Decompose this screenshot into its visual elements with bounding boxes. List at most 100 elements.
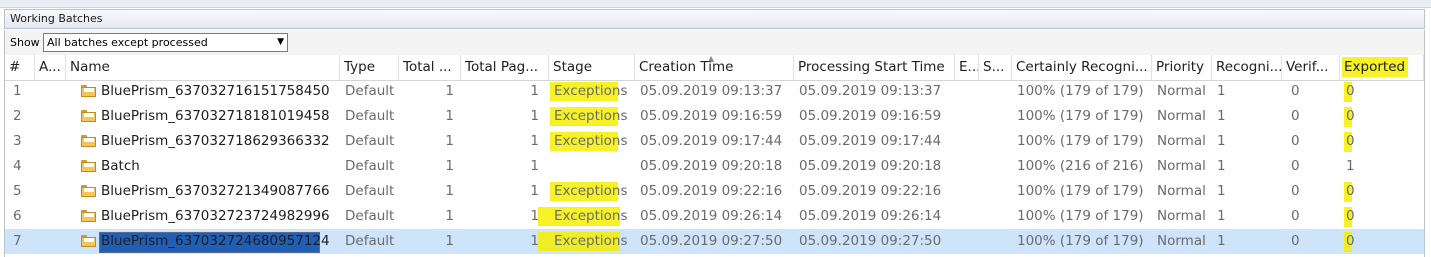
column-header-exported[interactable]: Exported (1340, 55, 1424, 80)
cell-recog: 1 (1217, 158, 1226, 174)
cell-created: 05.09.2019 09:26:14 (640, 208, 783, 224)
cell-stage: Exceptions (554, 183, 628, 199)
filter-bar: Show All batches except processed ▼ (4, 30, 1425, 55)
cell-verif: 0 (1291, 108, 1300, 124)
cell-pages: 1 (530, 158, 539, 174)
batch-filter-value: All batches except processed (47, 36, 208, 49)
cell-started: 05.09.2019 09:27:50 (799, 233, 942, 249)
cell-total: 1 (445, 208, 454, 224)
column-header-recog[interactable]: Recogni... (1212, 55, 1282, 80)
cell-type: Default (345, 83, 395, 99)
cell-created: 05.09.2019 09:22:16 (640, 183, 783, 199)
cell-pages: 1 (530, 108, 539, 124)
table-row[interactable]: 1 BluePrism_637032716151758450 Default 1 1 Ex… (5, 79, 1424, 104)
column-header-s[interactable]: S... (979, 55, 1012, 80)
cell-verif: 0 (1291, 183, 1300, 199)
table-row[interactable]: 2 BluePrism_637032718181019458 Default 1 1 Ex… (5, 104, 1424, 129)
cell-num: 2 (13, 108, 22, 124)
cell-certain: 100% (179 of 179) (1017, 208, 1144, 224)
cell-name[interactable]: BluePrism_637032721349087766 (101, 179, 330, 204)
column-header-priority[interactable]: Priority (1152, 55, 1212, 80)
cell-stage: Exceptions (554, 233, 628, 249)
cell-pages: 1 (530, 208, 539, 224)
cell-created: 05.09.2019 09:20:18 (640, 158, 783, 174)
cell-stage: Exceptions (554, 83, 628, 99)
cell-total: 1 (445, 83, 454, 99)
cell-priority: Normal (1157, 158, 1206, 174)
cell-recog: 1 (1217, 233, 1226, 249)
cell-name[interactable]: BluePrism_637032716151758450 (101, 79, 330, 104)
cell-priority: Normal (1157, 108, 1206, 124)
cell-pages: 1 (530, 233, 539, 249)
cell-verif: 0 (1291, 208, 1300, 224)
filter-label: Show (10, 36, 40, 49)
cell-verif: 0 (1291, 233, 1300, 249)
cell-exported: 0 (1346, 233, 1355, 249)
cell-num: 7 (13, 233, 22, 249)
folder-icon (81, 85, 96, 97)
cell-created: 05.09.2019 09:27:50 (640, 233, 783, 249)
column-header-total[interactable]: Total ... (399, 55, 461, 80)
column-header-pages[interactable]: Total Pag... (461, 55, 549, 80)
cell-total: 1 (445, 158, 454, 174)
cell-num: 1 (13, 83, 22, 99)
batch-filter-dropdown[interactable]: All batches except processed ▼ (43, 33, 288, 52)
cell-verif: 0 (1291, 83, 1300, 99)
cell-certain: 100% (179 of 179) (1017, 233, 1144, 249)
batches-grid: ▲ # A... Name Type Total ... Total Pag... Stag… (4, 54, 1425, 257)
cell-recog: 1 (1217, 83, 1226, 99)
cell-recog: 1 (1217, 208, 1226, 224)
cell-pages: 1 (530, 83, 539, 99)
cell-certain: 100% (179 of 179) (1017, 108, 1144, 124)
grid-header: ▲ # A... Name Type Total ... Total Pag... Stag… (5, 54, 1424, 81)
cell-total: 1 (445, 183, 454, 199)
cell-name[interactable]: Batch (101, 154, 140, 179)
cell-exported: 0 (1346, 208, 1355, 224)
cell-num: 5 (13, 183, 22, 199)
cell-type: Default (345, 108, 395, 124)
table-row[interactable]: 6 BluePrism_637032723724982996 Default 1 1 Ex… (5, 204, 1424, 229)
cell-type: Default (345, 133, 395, 149)
cell-priority: Normal (1157, 233, 1206, 249)
cell-type: Default (345, 233, 395, 249)
cell-created: 05.09.2019 09:17:44 (640, 133, 783, 149)
cell-created: 05.09.2019 09:13:37 (640, 83, 783, 99)
table-row[interactable]: 7 BluePrism_637032724680957124 Default 1 1 Ex… (5, 229, 1424, 254)
cell-num: 3 (13, 133, 22, 149)
cell-exported: 0 (1346, 83, 1355, 99)
table-row[interactable]: 5 BluePrism_637032721349087766 Default 1 1 Ex… (5, 179, 1424, 204)
cell-verif: 0 (1291, 158, 1300, 174)
table-row[interactable]: 4 Batch Default 1 1 05.09.2019 09:20:18 05.09.… (5, 154, 1424, 179)
column-header-name[interactable]: Name (66, 55, 340, 80)
cell-name[interactable]: BluePrism_637032723724982996 (101, 204, 330, 229)
column-header-type[interactable]: Type (340, 55, 399, 80)
column-header-num[interactable]: # (5, 55, 35, 80)
cell-recog: 1 (1217, 108, 1226, 124)
column-header-certain[interactable]: Certainly Recogni... (1012, 55, 1152, 80)
folder-icon (81, 160, 96, 172)
column-header-stage[interactable]: Stage (549, 55, 635, 80)
cell-num: 6 (13, 208, 22, 224)
cell-started: 05.09.2019 09:20:18 (799, 158, 942, 174)
folder-icon (81, 135, 96, 147)
cell-created: 05.09.2019 09:16:59 (640, 108, 783, 124)
column-header-created[interactable]: Creation Time (635, 55, 794, 80)
cell-name[interactable]: BluePrism_637032718629366332 (101, 129, 330, 154)
cell-pages: 1 (530, 133, 539, 149)
cell-name[interactable]: BluePrism_637032718181019458 (101, 104, 330, 129)
cell-certain: 100% (216 of 216) (1017, 158, 1144, 174)
cell-certain: 100% (179 of 179) (1017, 83, 1144, 99)
cell-priority: Normal (1157, 83, 1206, 99)
cell-total: 1 (445, 233, 454, 249)
table-row[interactable]: 3 BluePrism_637032718629366332 Default 1 1 Ex… (5, 129, 1424, 154)
column-header-verif[interactable]: Verif... (1282, 55, 1340, 80)
column-header-a[interactable]: A... (35, 55, 66, 80)
column-header-started[interactable]: Processing Start Time (794, 55, 955, 80)
cell-type: Default (345, 208, 395, 224)
cell-exported: 0 (1346, 108, 1355, 124)
cell-started: 05.09.2019 09:17:44 (799, 133, 942, 149)
cell-name[interactable]: BluePrism_637032724680957124 (101, 229, 330, 254)
column-header-e[interactable]: E... (955, 55, 979, 80)
cell-certain: 100% (179 of 179) (1017, 183, 1144, 199)
cell-priority: Normal (1157, 208, 1206, 224)
